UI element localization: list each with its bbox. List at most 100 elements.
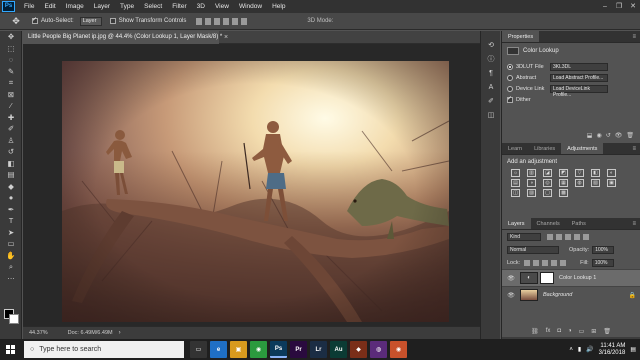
adjustment-15-icon[interactable]: ▨ [527,189,536,197]
quick-select-tool-icon[interactable]: ✎ [0,66,22,78]
tab-properties[interactable]: Properties [502,31,540,42]
character-panel-icon[interactable]: A [481,81,501,95]
move-tool-icon[interactable]: ✥ [8,15,24,28]
layer-name[interactable]: Color Lookup 1 [559,275,596,281]
lock-paint-icon[interactable] [533,259,540,266]
menu-window[interactable]: Window [234,0,267,13]
adjustment-14-icon[interactable]: ◫ [511,189,520,197]
document-tab[interactable]: Little People Big Planet ip.jpg @ 44.4% … [23,31,222,44]
align-right-icon[interactable] [241,17,248,25]
view-previous-icon[interactable]: ◉ [596,132,601,139]
eraser-tool-icon[interactable]: ◧ [0,158,22,170]
history-brush-tool-icon[interactable]: ↺ [0,146,22,158]
eyedropper-tool-icon[interactable]: ⁄ [0,100,22,112]
lasso-tool-icon[interactable]: ◌ [0,54,22,66]
taskbar-app-8-icon[interactable]: ◆ [350,341,367,358]
fill-input[interactable]: 100% [591,258,614,267]
visibility-icon[interactable]: 👁 [615,132,623,139]
align-center-icon[interactable] [232,17,239,25]
layer-color-lookup[interactable]: 👁 ◐ Color Lookup 1 [502,269,640,286]
menu-help[interactable]: Help [267,0,290,13]
tab-layers[interactable]: Layers [502,218,531,229]
menu-type[interactable]: Type [115,0,139,13]
history-panel-icon[interactable]: ⟲ [481,39,501,53]
panel-menu-icon[interactable]: ≡ [632,31,636,43]
menu-layer[interactable]: Layer [89,0,115,13]
kind-filter-dropdown[interactable]: Kind [507,232,541,241]
taskbar-app-3-icon[interactable]: ◉ [250,341,267,358]
zoom-tool-icon[interactable]: ⌕ [0,261,22,273]
taskbar-app-1-icon[interactable]: e [210,341,227,358]
tab-libraries[interactable]: Libraries [528,143,561,154]
pen-tool-icon[interactable]: ✒ [0,204,22,216]
adjustment-5-icon[interactable]: ◧ [591,169,600,177]
adjustment-1-icon[interactable]: ▥ [527,169,536,177]
adjustment-4-icon[interactable]: ▽ [575,169,584,177]
auto-select-dropdown[interactable]: Layer [79,16,102,26]
start-button[interactable] [0,339,20,360]
radio-device-link-button[interactable] [507,85,513,92]
align-left-icon[interactable] [223,17,230,25]
reset-icon[interactable]: ↺ [606,132,611,139]
adjustment-12-icon[interactable]: ▧ [591,179,600,187]
tab-paths[interactable]: Paths [566,218,592,229]
taskbar-app-6-icon[interactable]: Lr [310,341,327,358]
menu-filter[interactable]: Filter [167,0,191,13]
menu-select[interactable]: Select [139,0,167,13]
align-middle-icon[interactable] [205,17,212,25]
move-tool-icon[interactable]: ✥ [0,31,22,43]
background-color-swatch[interactable] [9,314,19,324]
pixel-filter-icon[interactable] [547,233,553,240]
blend-mode-dropdown[interactable]: Normal [507,245,559,254]
new-layer-icon[interactable]: ⊞ [591,328,596,335]
new-group-icon[interactable]: ▭ [579,328,585,335]
healing-brush-tool-icon[interactable]: ✚ [0,112,22,124]
link-layers-icon[interactable]: ⛓ [531,328,539,335]
layer-background[interactable]: 👁 Background 🔒 [502,286,640,303]
taskbar-app-10-icon[interactable]: ◉ [390,341,407,358]
crop-tool-icon[interactable]: ⌗ [0,77,22,89]
tab-adjustments[interactable]: Adjustments [561,143,604,154]
tab-learn[interactable]: Learn [502,143,528,154]
frame-tool-icon[interactable]: ⊠ [0,89,22,101]
delete-icon[interactable]: 🗑 [626,132,634,139]
adjustment-13-icon[interactable]: ▣ [607,179,616,187]
paragraph-panel-icon[interactable]: ¶ [481,67,501,81]
shape-filter-icon[interactable] [574,233,580,240]
adjustment-2-icon[interactable]: ◪ [543,169,552,177]
adjustment-3-icon[interactable]: ◩ [559,169,568,177]
new-adjustment-icon[interactable]: ◑ [568,328,572,335]
smart-object-filter-icon[interactable] [583,233,589,240]
taskbar-app-0-icon[interactable]: ▭ [190,341,207,358]
lock-pixels-icon[interactable] [524,259,531,266]
adjustment-6-icon[interactable]: ◐ [607,169,616,177]
clone-stamp-tool-icon[interactable]: ♙ [0,135,22,147]
marquee-tool-icon[interactable]: ⬚ [0,43,22,55]
radio-3dlut-button[interactable] [507,63,513,70]
adjustment-17-icon[interactable]: ▩ [559,189,568,197]
document-image[interactable] [23,44,480,326]
align-top-icon[interactable] [196,17,203,25]
gradient-tool-icon[interactable]: ▤ [0,169,22,181]
visibility-eye-icon[interactable]: 👁 [506,292,516,299]
status-menu-icon[interactable]: › [119,330,121,336]
add-mask-icon[interactable]: ◘ [557,328,561,335]
adjustment-8-icon[interactable]: ◑ [527,179,536,187]
hand-tool-icon[interactable]: ✋ [0,250,22,262]
adjustment-0-icon[interactable]: ☼ [511,169,520,177]
show-transform-checkbox[interactable] [109,18,116,24]
taskbar-app-2-icon[interactable]: ▣ [230,341,247,358]
brush-tool-icon[interactable]: ✐ [0,123,22,135]
canvas-area[interactable] [23,44,480,326]
taskbar-search-box[interactable]: ○ Type here to search [24,341,184,358]
menu-image[interactable]: Image [61,0,89,13]
opacity-input[interactable]: 100% [592,245,615,254]
panel-menu-icon[interactable]: ≡ [632,218,636,230]
panel-menu-icon[interactable]: ≡ [632,143,636,155]
maximize-icon[interactable]: ❐ [612,0,626,13]
device-link-dropdown[interactable]: Load DeviceLink Profile... [550,84,608,98]
show-transform-option[interactable]: Show Transform Controls [109,18,186,24]
menu-file[interactable]: File [19,0,39,13]
adjustment-16-icon[interactable]: ▢ [543,189,552,197]
radio-device-link[interactable]: Device Link Load DeviceLink Profile... [507,83,635,98]
